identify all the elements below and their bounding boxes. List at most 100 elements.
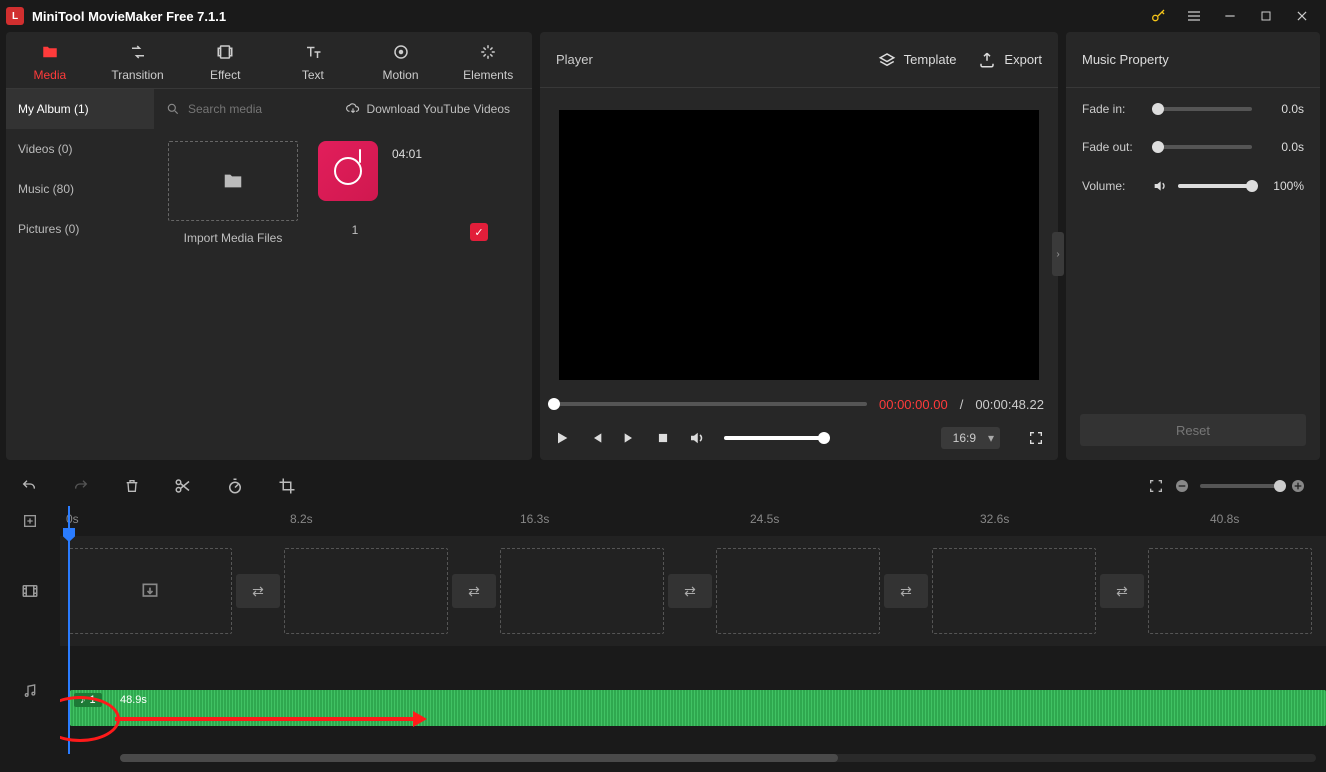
tab-label: Motion [383,68,419,82]
text-icon [303,42,323,62]
audio-clip[interactable]: ♪ 1 48.9s [70,690,1326,726]
volume-value: 100% [1260,179,1304,193]
ruler-tick: 8.2s [290,512,313,526]
hamburger-menu-icon[interactable] [1176,0,1212,32]
tab-motion[interactable]: Motion [357,42,445,82]
fit-zoom-button[interactable] [1148,478,1164,494]
volume-icon[interactable] [688,429,706,447]
add-track-button[interactable] [0,506,60,536]
close-icon[interactable] [1284,0,1320,32]
media-panel: Media Transition Effect Text [6,32,532,460]
split-button[interactable] [174,477,192,495]
timeline-scrollbar[interactable] [120,754,1316,762]
ruler-tick: 32.6s [980,512,1009,526]
top-tabs: Media Transition Effect Text [6,32,532,89]
transition-slot[interactable]: ⇄ [236,574,280,608]
prev-frame-button[interactable] [588,430,604,446]
sidebar-item-videos[interactable]: Videos (0) [6,129,154,169]
effect-icon [216,42,234,62]
undo-button[interactable] [20,478,38,494]
clip-badge: ♪ 1 [74,693,102,707]
video-track-icon [0,536,60,646]
motion-icon [392,42,410,62]
tab-transition[interactable]: Transition [94,42,182,82]
fullscreen-icon[interactable] [1028,430,1044,446]
empty-clip-slot[interactable] [500,548,664,634]
sidebar-item-album[interactable]: My Album (1) [6,89,154,129]
empty-clip-slot[interactable] [716,548,880,634]
props-title: Music Property [1066,32,1320,88]
transition-slot[interactable]: ⇄ [452,574,496,608]
fadein-value: 0.0s [1260,102,1304,116]
ruler-tick: 16.3s [520,512,549,526]
tab-media[interactable]: Media [6,42,94,82]
ruler-tick: 40.8s [1210,512,1239,526]
zoom-in-button[interactable] [1290,478,1306,494]
transition-slot[interactable]: ⇄ [884,574,928,608]
current-time: 00:00:00.00 [879,397,948,412]
add-folder-icon [220,170,246,192]
timeline-tracks[interactable]: 0s 8.2s 16.3s 24.5s 32.6s 40.8s ⇄ ⇄ ⇄ ⇄ … [60,506,1326,764]
sidebar-item-music[interactable]: Music (80) [6,169,154,209]
empty-clip-slot[interactable] [284,548,448,634]
next-frame-button[interactable] [622,430,638,446]
audio-track[interactable]: ♪ 1 48.9s [60,646,1326,736]
ruler-tick: 24.5s [750,512,779,526]
transition-slot[interactable]: ⇄ [1100,574,1144,608]
volume-slider[interactable] [724,436,824,440]
tab-elements[interactable]: Elements [444,42,532,82]
media-item[interactable]: ✓ 04:01 1 [318,141,438,237]
delete-button[interactable] [124,477,140,495]
playhead[interactable] [68,506,70,754]
zoom-out-button[interactable] [1174,478,1190,494]
tab-label: Effect [210,68,240,82]
template-icon [878,51,896,69]
scrub-slider[interactable] [554,402,867,406]
sidebar-item-pictures[interactable]: Pictures (0) [6,209,154,249]
template-button[interactable]: Template [878,51,957,69]
aspect-ratio-select[interactable]: 16:9 [941,427,1000,449]
tab-label: Text [302,68,324,82]
empty-clip-slot[interactable] [932,548,1096,634]
app-title: MiniTool MovieMaker Free 7.1.1 [32,9,226,24]
reset-button[interactable]: Reset [1080,414,1306,446]
timeline-ruler[interactable]: 0s 8.2s 16.3s 24.5s 32.6s 40.8s [60,506,1326,536]
titlebar: L MiniTool MovieMaker Free 7.1.1 [0,0,1326,32]
tab-label: Media [33,68,66,82]
fadeout-slider[interactable] [1152,145,1252,149]
audio-track-icon [0,646,60,736]
folder-icon [40,42,60,62]
audio-thumbnail [318,141,378,201]
timeline: 0s 8.2s 16.3s 24.5s 32.6s 40.8s ⇄ ⇄ ⇄ ⇄ … [0,460,1326,764]
download-youtube-link[interactable]: Download YouTube Videos [345,102,510,116]
stop-button[interactable] [656,431,670,445]
zoom-slider[interactable] [1200,484,1280,488]
crop-button[interactable] [278,477,296,495]
transition-slot[interactable]: ⇄ [668,574,712,608]
panel-collapse-handle[interactable]: › [1052,232,1064,276]
speed-button[interactable] [226,477,244,495]
play-button[interactable] [554,430,570,446]
transition-icon [127,42,149,62]
music-note-icon [334,157,362,185]
empty-clip-slot[interactable] [1148,548,1312,634]
tab-text[interactable]: Text [269,42,357,82]
maximize-icon[interactable] [1248,0,1284,32]
upgrade-key-icon[interactable] [1140,0,1176,32]
preview-viewport[interactable] [559,110,1039,380]
elements-icon [479,42,497,62]
minimize-icon[interactable] [1212,0,1248,32]
search-input[interactable] [188,102,308,116]
export-button[interactable]: Export [978,51,1042,69]
media-categories: Videos (0) Music (80) Pictures (0) [6,129,154,460]
fadein-slider[interactable] [1152,107,1252,111]
player-title: Player [556,52,593,67]
video-track[interactable]: ⇄ ⇄ ⇄ ⇄ ⇄ [60,536,1326,646]
empty-clip-slot[interactable] [68,548,232,634]
speaker-icon [1152,178,1168,194]
prop-volume-slider[interactable] [1178,184,1252,188]
tab-effect[interactable]: Effect [181,42,269,82]
properties-panel: Music Property Fade in: 0.0s Fade out: 0… [1066,32,1320,460]
waveform [70,690,1326,726]
redo-button[interactable] [72,478,90,494]
